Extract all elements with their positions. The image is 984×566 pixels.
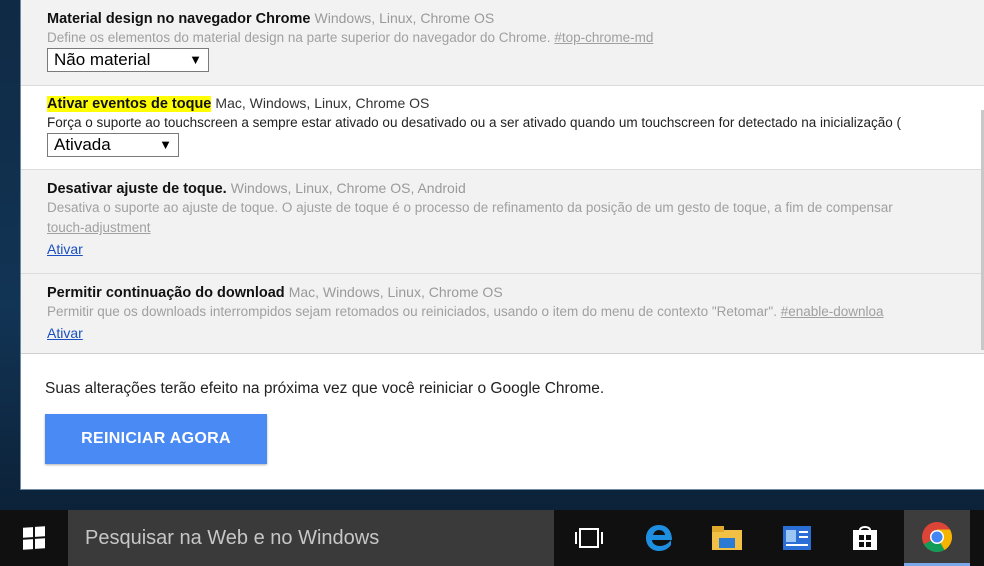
store-icon[interactable]	[834, 510, 896, 566]
restart-now-button[interactable]: REINICIAR AGORA	[45, 414, 267, 464]
flag-name: Ativar eventos de toque	[47, 96, 212, 112]
restart-notice: Suas alterações terão efeito na próxima …	[45, 380, 605, 397]
enable-download-resumption-link[interactable]: Ativar	[47, 324, 83, 342]
windows-logo-icon	[23, 526, 45, 550]
flag-description: Força o suporte ao touchscreen a sempre …	[47, 115, 902, 130]
flag-platforms: Windows, Linux, Chrome OS	[314, 10, 495, 26]
flag-platforms: Mac, Windows, Linux, Chrome OS	[288, 284, 503, 300]
dropdown-arrow-icon: ▼	[159, 137, 172, 152]
flag-description: Permitir que os downloads interrompidos …	[47, 304, 777, 319]
chrome-icon[interactable]	[904, 510, 970, 566]
start-button[interactable]	[0, 510, 68, 566]
flag-anchor-link[interactable]: #enable-downloa	[781, 304, 884, 319]
flag-download-resumption: Permitir continuação do download Mac, Wi…	[21, 274, 984, 353]
chrome-flags-window: Material design no navegador Chrome Wind…	[20, 0, 984, 490]
flag-platforms: Mac, Windows, Linux, Chrome OS	[215, 95, 430, 111]
taskbar: Pesquisar na Web e no Windows	[0, 510, 984, 566]
contacts-icon[interactable]	[766, 510, 828, 566]
flag-touch-events: Ativar eventos de toque Mac, Windows, Li…	[21, 86, 984, 170]
material-design-select[interactable]: Não material ▼	[47, 48, 209, 72]
select-value: Ativada	[54, 135, 111, 154]
flag-anchor-link[interactable]: touch-adjustment	[47, 220, 151, 235]
flag-name: Desativar ajuste de toque.	[47, 181, 227, 197]
flag-name: Permitir continuação do download	[47, 285, 285, 301]
taskbar-search-box[interactable]: Pesquisar na Web e no Windows	[68, 510, 554, 566]
flag-anchor-link[interactable]: #top-chrome-md	[554, 30, 653, 45]
enable-touch-adjustment-link[interactable]: Ativar	[47, 240, 83, 258]
flag-platforms: Windows, Linux, Chrome OS, Android	[230, 180, 466, 196]
flag-material-design: Material design no navegador Chrome Wind…	[21, 0, 984, 86]
flag-touch-adjustment: Desativar ajuste de toque. Windows, Linu…	[21, 170, 984, 274]
dropdown-arrow-icon: ▼	[189, 52, 202, 67]
task-view-icon[interactable]	[558, 510, 620, 566]
flags-list: Material design no navegador Chrome Wind…	[21, 0, 984, 354]
touch-events-select[interactable]: Ativada ▼	[47, 133, 179, 157]
flag-description: Desativa o suporte ao ajuste de toque. O…	[47, 200, 893, 215]
select-value: Não material	[54, 50, 151, 69]
edge-icon[interactable]	[628, 510, 690, 566]
flag-description: Define os elementos do material design n…	[47, 30, 551, 45]
file-explorer-icon[interactable]	[696, 510, 758, 566]
flag-name: Material design no navegador Chrome	[47, 11, 311, 27]
